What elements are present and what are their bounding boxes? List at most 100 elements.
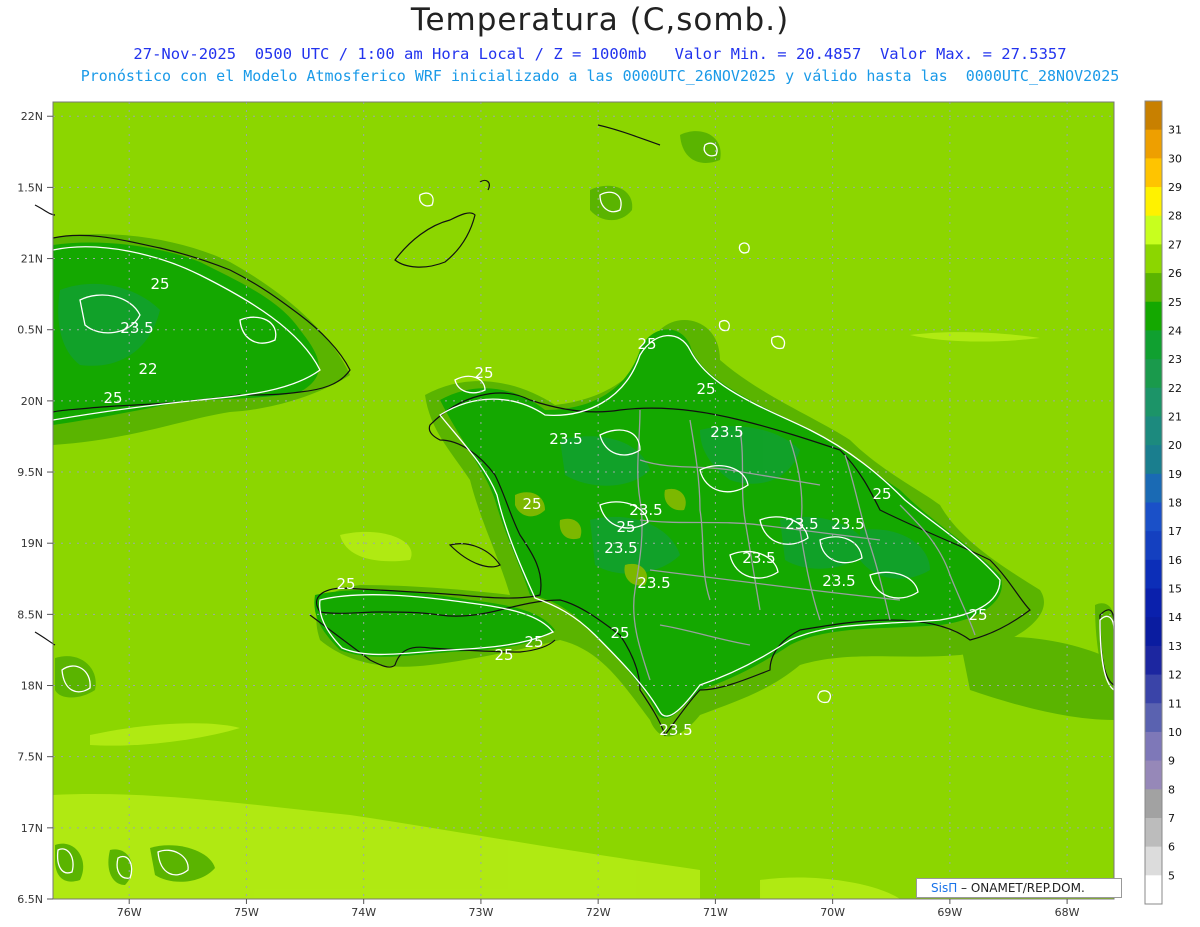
colorbar-swatch — [1145, 129, 1162, 159]
contour-value-label: 25 — [696, 380, 715, 398]
colorbar-level-label: 30 — [1168, 152, 1182, 165]
longitude-axis: 76W 75W 74W 73W 72W 71W 70W 69W 68W — [117, 899, 1080, 919]
colorbar-swatch — [1145, 531, 1162, 561]
colorbar-level-label: 24 — [1168, 324, 1182, 337]
contour-value-label: 23.5 — [659, 721, 692, 739]
colorbar-level-label: 6 — [1168, 841, 1175, 854]
colorbar-level-label: 22 — [1168, 382, 1182, 395]
colorbar-level-label: 26 — [1168, 267, 1182, 280]
colorbar-level-label: 20 — [1168, 439, 1182, 452]
contour-value-label: 23.5 — [120, 319, 153, 337]
contour-value-label: 25 — [522, 495, 541, 513]
sispi-logo-text: SisΠ — [931, 881, 958, 895]
colorbar-level-label: 21 — [1168, 410, 1182, 423]
colorbar-swatch — [1145, 101, 1162, 131]
contour-value-label: 25 — [474, 364, 493, 382]
lat-tick-label: 7.5N — [17, 751, 43, 764]
lon-tick-label: 74W — [351, 906, 376, 919]
contour-value-label: 23.5 — [549, 430, 582, 448]
contour-value-label: 23.5 — [785, 515, 818, 533]
colorbar-level-label: 31 — [1168, 124, 1182, 137]
lon-tick-label: 72W — [586, 906, 611, 919]
colorbar-swatch — [1145, 445, 1162, 475]
colorbar-level-label: 25 — [1168, 296, 1182, 309]
colorbar-swatch — [1145, 416, 1162, 446]
contour-value-label: 22 — [138, 360, 157, 378]
colorbar-level-label: 13 — [1168, 640, 1182, 653]
colorbar-swatch — [1145, 760, 1162, 790]
contour-value-label: 23.5 — [742, 549, 775, 567]
colorbar-swatch — [1145, 875, 1162, 905]
lat-tick-label: 9.5N — [17, 466, 43, 479]
lon-tick-label: 68W — [1055, 906, 1080, 919]
colorbar-level-label: 23 — [1168, 353, 1182, 366]
contour-value-label: 25 — [494, 646, 513, 664]
colorbar-swatch — [1145, 674, 1162, 704]
lat-tick-label: 20N — [21, 395, 43, 408]
colorbar-swatch — [1145, 645, 1162, 676]
colorbar-level-label: 5 — [1168, 869, 1175, 882]
contour-value-label: 23.5 — [629, 501, 662, 519]
colorbar-swatch — [1145, 473, 1162, 503]
lon-tick-label: 71W — [703, 906, 728, 919]
colorbar-swatch — [1145, 817, 1162, 848]
colorbar-level-label: 27 — [1168, 238, 1182, 251]
lon-tick-label: 76W — [117, 906, 142, 919]
lat-tick-label: 0.5N — [17, 324, 43, 337]
lon-tick-label: 75W — [234, 906, 259, 919]
contour-value-label: 23.5 — [604, 539, 637, 557]
contour-value-label: 23.5 — [710, 423, 743, 441]
lat-tick-label: 21N — [21, 253, 43, 266]
lat-tick-label: 1.5N — [17, 181, 43, 194]
colorbar-swatch — [1145, 215, 1162, 245]
contour-value-label: 25 — [968, 606, 987, 624]
colorbar-swatch — [1145, 846, 1162, 876]
lon-tick-label: 70W — [820, 906, 845, 919]
colorbar-swatch — [1145, 359, 1162, 389]
temperature-map: 22N 1.5N 21N 0.5N 20N 9.5N 19N 8.5N 18N 7.5N 17N 6.… — [17, 100, 1182, 919]
contour-value-label: 23.5 — [822, 572, 855, 590]
contour-value-label: 23.5 — [831, 515, 864, 533]
colorbar-legend: 31 30 29 28 27 26 25 24 23 22 21 20 19 18 17 16 15 14 13 12… — [1144, 100, 1182, 905]
colorbar-level-label: 14 — [1168, 611, 1182, 624]
latitude-axis: 22N 1.5N 21N 0.5N 20N 9.5N 19N 8.5N 18N 7.5N 17N 6.… — [17, 110, 53, 906]
colorbar-swatch — [1145, 731, 1162, 762]
credit-box: SisΠ – ONAMET/REP.DOM. — [916, 878, 1122, 898]
colorbar-swatch — [1145, 588, 1162, 618]
contour-value-label: 23.5 — [637, 574, 670, 592]
colorbar-swatch — [1145, 273, 1162, 303]
colorbar-swatch — [1145, 244, 1162, 274]
lat-tick-label: 18N — [21, 680, 43, 693]
lat-tick-label: 19N — [21, 537, 43, 550]
colorbar-swatch — [1145, 502, 1162, 532]
contour-value-label: 25 — [150, 275, 169, 293]
contour-value-label: 25 — [610, 624, 629, 642]
colorbar-level-label: 12 — [1168, 669, 1182, 682]
colorbar-level-label: 8 — [1168, 783, 1175, 796]
lat-tick-label: 17N — [21, 822, 43, 835]
colorbar-level-label: 17 — [1168, 525, 1182, 538]
colorbar-swatch — [1145, 301, 1162, 331]
lat-tick-label: 6.5N — [17, 893, 43, 906]
colorbar-swatch — [1145, 617, 1162, 647]
colorbar-swatch — [1145, 158, 1162, 188]
colorbar-swatch — [1145, 789, 1162, 819]
colorbar-level-label: 29 — [1168, 181, 1182, 194]
colorbar-swatch — [1145, 387, 1162, 417]
colorbar-level-label: 9 — [1168, 755, 1175, 768]
contour-value-label: 25 — [872, 485, 891, 503]
colorbar-level-label: 16 — [1168, 554, 1182, 567]
colorbar-swatch — [1145, 703, 1162, 733]
contour-value-label: 25 — [103, 389, 122, 407]
lon-tick-label: 69W — [937, 906, 962, 919]
contour-value-label: 25 — [336, 575, 355, 593]
contour-value-label: 25 — [616, 518, 635, 536]
colorbar-swatch — [1145, 187, 1162, 217]
credit-text: – ONAMET/REP.DOM. — [957, 881, 1085, 895]
colorbar-swatch — [1145, 559, 1162, 590]
contour-value-label: 25 — [524, 633, 543, 651]
colorbar-level-label: 18 — [1168, 497, 1182, 510]
lat-tick-label: 22N — [21, 110, 43, 123]
colorbar-level-label: 28 — [1168, 210, 1182, 223]
colorbar-level-label: 19 — [1168, 468, 1182, 481]
